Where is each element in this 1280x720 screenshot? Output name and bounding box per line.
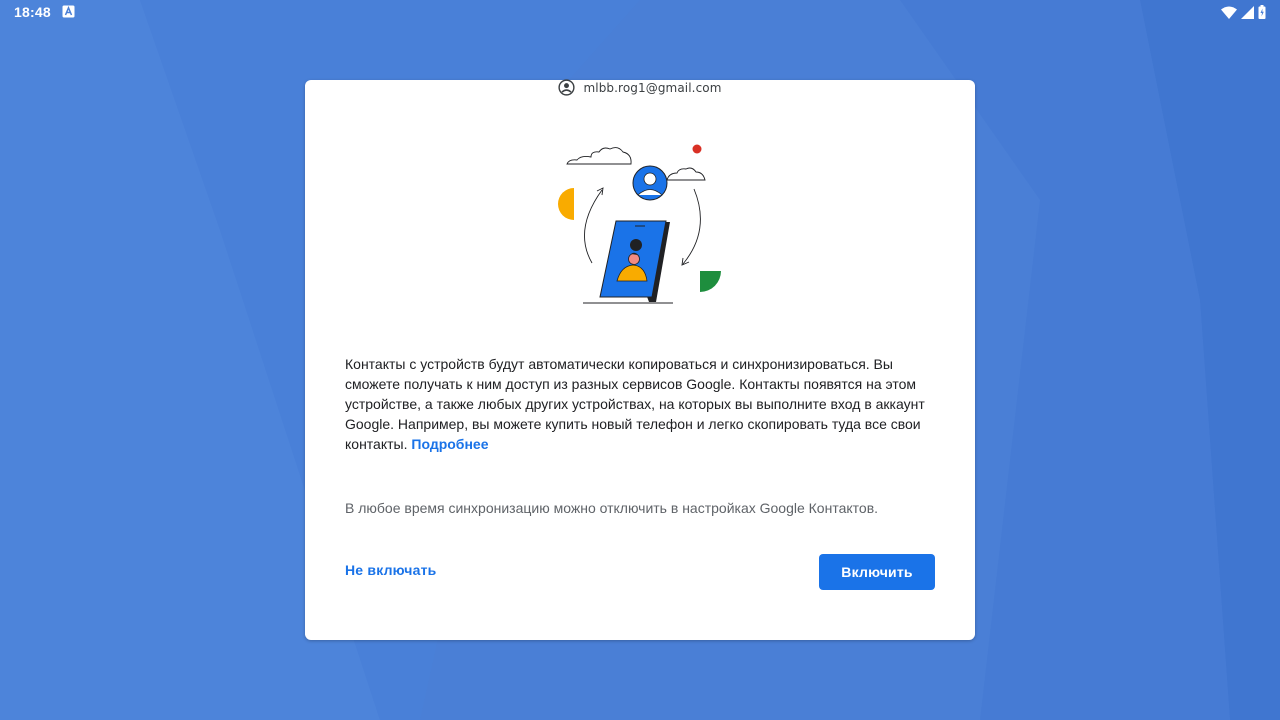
status-bar: 18:48 xyxy=(0,0,1280,24)
account-chip: mlbb.rog1@gmail.com xyxy=(305,79,975,96)
account-email: mlbb.rog1@gmail.com xyxy=(583,80,722,95)
cellular-signal-icon xyxy=(1241,5,1254,19)
status-icons xyxy=(1221,4,1266,20)
status-time: 18:48 xyxy=(14,4,51,20)
battery-icon xyxy=(1258,5,1266,19)
sync-contacts-dialog: mlbb.rog1@gmail.com Контакты с устройств… xyxy=(305,79,975,640)
wifi-icon xyxy=(1221,6,1237,19)
enable-sync-button[interactable]: Включить xyxy=(819,554,935,590)
app-notification-icon xyxy=(62,5,75,18)
sync-description: Контакты с устройств будут автоматически… xyxy=(345,354,940,454)
learn-more-link[interactable]: Подробнее xyxy=(411,436,488,452)
contacts-sync-illustration xyxy=(558,144,721,304)
disable-hint: В любое время синхронизацию можно отключ… xyxy=(345,500,879,516)
account-circle-icon xyxy=(558,79,576,96)
decline-button[interactable]: Не включать xyxy=(345,560,436,580)
